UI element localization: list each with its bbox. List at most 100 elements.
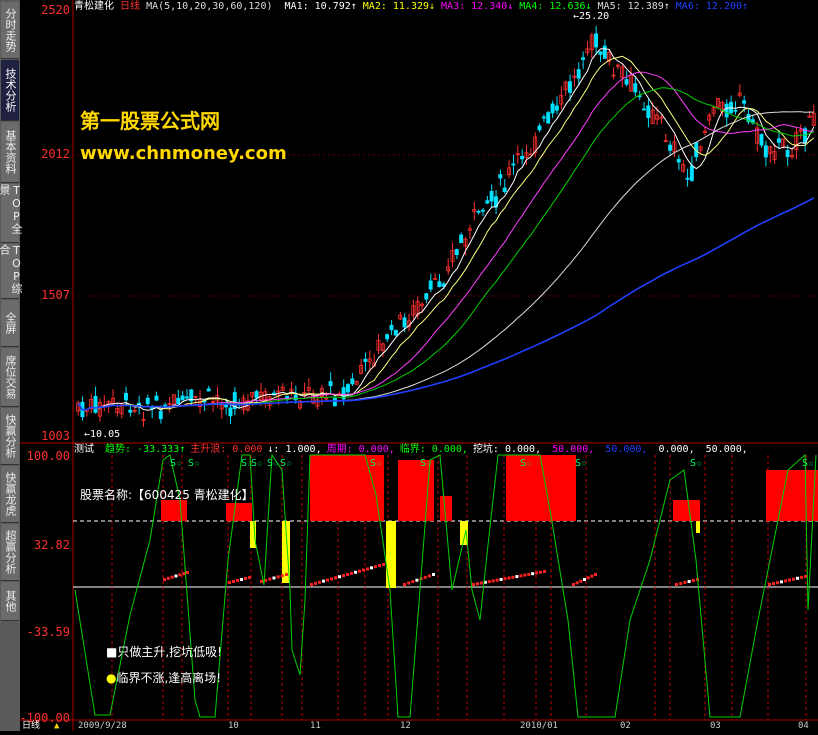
candle-body: [363, 358, 368, 362]
dig-dot: [346, 573, 349, 576]
dig-dot: [310, 583, 313, 586]
sidebar-tab-1[interactable]: 技术分析: [1, 60, 19, 121]
price-axis: 2520201215071003100.0032.82-33.59-100.00: [19, 3, 72, 725]
sidebar-tab-7[interactable]: 快赢分析: [1, 408, 19, 465]
footer-period: 日线: [22, 721, 41, 731]
dig-dot: [768, 583, 771, 586]
date-label-6: 03: [710, 721, 721, 731]
dig-dot: [411, 580, 415, 584]
candle-body: [685, 177, 690, 180]
dig-dot: [539, 570, 543, 574]
indicator-header: 测试 趋势: -33.333↑ 主升浪: 0.000 ↓: 1.000, 周期: 0.…: [74, 443, 748, 457]
sidebar-tab-6[interactable]: 席位交易: [1, 348, 19, 407]
dig-dot: [403, 583, 406, 586]
candle-body: [424, 293, 429, 300]
candle-body: [206, 388, 211, 392]
dig-dot: [350, 571, 353, 575]
dig-dot: [479, 581, 483, 585]
dig-dot: [330, 577, 333, 581]
dig-dot: [285, 573, 288, 576]
dig-dot: [427, 574, 431, 578]
date-label-0: 2009/9/28: [78, 721, 127, 731]
sidebar-tab-10[interactable]: 其他: [1, 582, 19, 621]
main-rise-block: [673, 500, 700, 521]
dig-dot: [575, 581, 579, 585]
sidebar-tab-2[interactable]: 基本资料: [1, 122, 19, 183]
dig-dot: [382, 563, 385, 566]
sidebar-tab-3[interactable]: TOP全景: [0, 184, 23, 243]
dig-dot: [326, 578, 329, 582]
signal-star: S☆: [170, 458, 182, 469]
candle-body: [502, 187, 507, 192]
price-axis-label: 2520: [41, 3, 70, 17]
candle-body: [554, 105, 559, 111]
date-label-4: 2010/01: [520, 721, 558, 731]
dig-dot: [236, 579, 239, 582]
dig-dot: [163, 578, 166, 581]
indicator-value-4: 临界: 0.000,: [399, 444, 468, 455]
dig-dot: [572, 583, 575, 586]
indicator-value-5: 挖坑: 0.000,: [472, 444, 542, 455]
low-price-label: ←10.05: [84, 429, 121, 440]
stock-label: 股票名称:【600425 青松建化】: [80, 488, 254, 502]
dig-dot: [182, 572, 186, 576]
candle-body: [733, 109, 738, 112]
dig-dot: [796, 576, 799, 580]
candle-body: [498, 174, 503, 179]
signal-star: S☆: [420, 458, 432, 469]
chart-area[interactable]: S☆ S☆ S☆ S☆ S☆ S☆ S☆ S☆ S☆ S☆ S☆ S☆ 2520 2012 1507 100…: [19, 0, 818, 731]
candle-body: [128, 409, 133, 413]
ma-values: MA1: 10.792↑ MA2: 11.329↓ MA3: 12.340↓ MA4:…: [279, 1, 749, 12]
sidebar-tab-5[interactable]: 全屏: [1, 300, 19, 347]
indicator-name: 测试: [74, 444, 94, 455]
ma-value-3: MA3: 12.340↓: [441, 1, 514, 12]
dig-dot: [374, 565, 377, 569]
ma-value-6: MA6: 12.200↑: [675, 1, 749, 12]
dig-dot: [240, 578, 243, 581]
indicator-value-2: ↓: 1.000,: [267, 444, 322, 455]
white-square-icon: ■: [106, 645, 118, 659]
candle-body: [437, 281, 442, 288]
dig-dot: [804, 575, 807, 578]
dig-dot: [594, 573, 597, 576]
sidebar-tab-4[interactable]: TOP综合: [0, 244, 23, 299]
signal-star: S☆: [370, 458, 382, 469]
candle-body: [254, 391, 259, 399]
sidebar-tab-8[interactable]: 快赢龙虎: [1, 466, 19, 523]
candle-body: [550, 103, 555, 114]
sidebar-tab-9[interactable]: 超赢分析: [1, 524, 19, 581]
dig-dot: [535, 571, 539, 575]
dig-dot: [683, 581, 687, 584]
candle-body: [489, 191, 494, 202]
dig-dot: [776, 581, 779, 585]
ma-value-1: MA1: 10.792↑: [284, 1, 357, 12]
candle-body: [602, 45, 607, 59]
dig-dot: [495, 578, 499, 582]
signal-star: S☆: [280, 458, 292, 469]
candle-body: [763, 145, 768, 158]
dig-dot: [475, 582, 479, 586]
candle-body: [385, 334, 390, 340]
dig-dot: [527, 572, 531, 576]
candle-body: [541, 116, 546, 119]
main-rise-block: [161, 500, 187, 521]
ma-line-120: [77, 197, 815, 411]
dig-dot: [322, 579, 325, 583]
dig-dot: [503, 577, 507, 581]
candle-body: [350, 378, 355, 385]
dig-dot: [583, 578, 586, 581]
candle-body: [480, 209, 485, 212]
indicator-axis-label: -33.59: [27, 625, 70, 639]
dig-dot: [579, 579, 583, 583]
dig-dot: [531, 572, 535, 576]
stock-name: 青松建化: [74, 1, 114, 12]
dig-dot: [378, 564, 381, 568]
dig-dot: [679, 582, 683, 585]
candle-body: [624, 79, 629, 85]
sidebar-tab-0[interactable]: 分时走势: [1, 2, 19, 59]
candle-body: [633, 83, 638, 93]
dig-dot: [423, 575, 427, 579]
triangle-icon: ▲: [54, 721, 60, 731]
legend-main-rise: ■只做主升,挖坑低吸!: [106, 645, 222, 659]
period-label: 日线: [120, 1, 141, 12]
